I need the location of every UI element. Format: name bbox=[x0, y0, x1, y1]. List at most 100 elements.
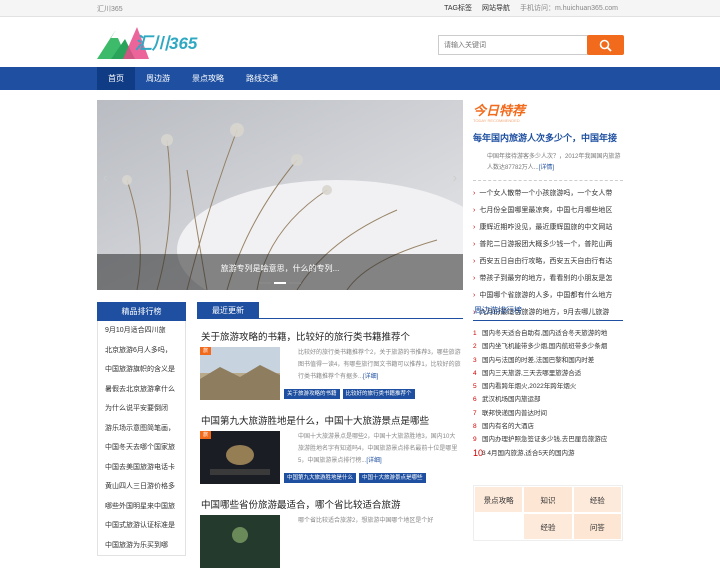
list-item[interactable]: 2 国内坐飞机能带多少烟,国内航班带多少条烟 bbox=[473, 340, 623, 353]
list-item[interactable]: 中国去美国旅游电话卡 bbox=[98, 458, 185, 478]
list-item[interactable]: 6 武汉机场国内旅运部 bbox=[473, 393, 623, 406]
logo[interactable]: 汇川365 bbox=[97, 25, 207, 61]
list-item[interactable]: 哪些外国明星来中国旅 bbox=[98, 497, 185, 517]
list-item[interactable]: 中国旅游旗帜的含义是 bbox=[98, 360, 185, 380]
list-item-label: 国内与法国的时差,法国巴黎和国内时差 bbox=[482, 356, 595, 364]
list-item[interactable]: 黄山四人三日游价格多 bbox=[98, 477, 185, 497]
today-badge: 今日特荐 bbox=[473, 103, 526, 118]
top-links: TAG标签 网站导航 手机访问：m.huichuan365.com bbox=[444, 3, 618, 13]
list-item[interactable]: 10 3 4月国内旅游,适合5天的国内游 bbox=[473, 447, 623, 460]
article-thumbnail[interactable] bbox=[200, 431, 280, 484]
article-title[interactable]: 中国第九大旅游胜地是什么，中国十大旅游景点是哪些 bbox=[201, 413, 429, 427]
article-tag[interactable]: 比较好的旅行类书籍推荐个 bbox=[342, 389, 415, 399]
article-label: 旅 bbox=[200, 347, 212, 355]
nav-item-guides[interactable]: 景点攻略 bbox=[181, 67, 235, 90]
list-item[interactable]: 中国冬天去哪个国家旅 bbox=[98, 438, 185, 458]
grid-cell-experience[interactable]: 经验 bbox=[572, 486, 622, 513]
list-item[interactable]: 9月10月适合四川旅 bbox=[98, 321, 185, 341]
ranking-sidebar: 精品排行榜 9月10月适合四川旅 北京旅游6月人多吗， 中国旅游旗帜的含义是 暑… bbox=[97, 302, 186, 556]
logo-text: 汇川365 bbox=[135, 34, 198, 53]
nav-item-home[interactable]: 首页 bbox=[97, 67, 135, 90]
list-item[interactable]: 暑假去北京旅游拿什么 bbox=[98, 380, 185, 400]
hero-slider[interactable]: ‹ › 旅游专列是啥意思，什么的专列... bbox=[97, 100, 463, 290]
slider-dots bbox=[97, 282, 463, 284]
tag-link[interactable]: TAG标签 bbox=[444, 3, 472, 13]
list-item-label: 3 4月国内旅游,适合5天的国内游 bbox=[482, 449, 575, 457]
article-summary: 比较好的旅行类书籍推荐个2，关于旅游的书推荐3，哪些旅游图书值得一读4，有哪些旅… bbox=[298, 347, 461, 383]
nav-item-routes[interactable]: 路线交通 bbox=[235, 67, 289, 90]
list-item[interactable]: 普陀二日游报团大概多少钱一个，普陀山两 bbox=[473, 236, 623, 253]
grid-cell-guides[interactable]: 景点攻略 bbox=[474, 486, 524, 513]
list-item[interactable]: 1 国内冬天适合自助有,国内适合冬天旅游的地 bbox=[473, 327, 623, 340]
rank-number: 3 bbox=[473, 356, 477, 364]
today-desc: 中国年接待游客多少人次？，2012年我国国内旅游人数达87782万人...[详情… bbox=[473, 152, 623, 174]
list-item-label: 国内看跨年烟火,2022年跨年烟火 bbox=[482, 383, 577, 391]
list-item[interactable]: 七月份全国哪里最凉爽，中国七月哪些地区 bbox=[473, 202, 623, 219]
prev-arrow-icon[interactable]: ‹ bbox=[103, 170, 107, 185]
list-item[interactable]: 西安五日自由行攻略，西安五天自由行有达 bbox=[473, 253, 623, 270]
mobile-link[interactable]: 手机访问：m.huichuan365.com bbox=[520, 3, 618, 13]
nearby-ranking-title: 周边游排行榜 bbox=[473, 302, 623, 321]
article-thumbnail[interactable] bbox=[200, 515, 280, 568]
list-item[interactable]: 康辉近期咋没见，最近康辉国旅的中文网站 bbox=[473, 219, 623, 236]
search-button[interactable] bbox=[587, 35, 624, 55]
article-summary: 中国十大旅游景点是哪些2，中国十大旅游胜地3，国内10大旅游胜地名字有知道吗4，… bbox=[298, 431, 461, 467]
list-item[interactable]: 9 国内办理护照急签证多少钱,去巴厘岛旅游应 bbox=[473, 433, 623, 446]
hero-caption-text: 旅游专列是啥意思，什么的专列... bbox=[220, 264, 340, 273]
rank-number: 4 bbox=[473, 369, 477, 377]
grid-cell-qa[interactable]: 问答 bbox=[572, 513, 622, 540]
list-item[interactable]: 3 国内与法国的时差,法国巴黎和国内时差 bbox=[473, 354, 623, 367]
rank-number: 1 bbox=[473, 330, 477, 337]
list-item[interactable]: 7 联邦快递国内普达时间 bbox=[473, 407, 623, 420]
next-arrow-icon[interactable]: › bbox=[453, 170, 457, 185]
list-item[interactable]: 8 国内有名的大酒店 bbox=[473, 420, 623, 433]
search-box bbox=[438, 35, 624, 55]
today-headline[interactable]: 每年国内旅游人次多少个，中国年接 bbox=[473, 131, 623, 144]
article-title[interactable]: 关于旅游攻略的书籍，比较好的旅行类书籍推荐个 bbox=[201, 329, 410, 343]
grid-cell-knowledge[interactable]: 知识 bbox=[523, 486, 573, 513]
rank-number: 9 bbox=[473, 436, 477, 444]
article-tag[interactable]: 关于旅游攻略的书籍 bbox=[284, 389, 340, 399]
article-more-link[interactable]: [详细] bbox=[366, 458, 381, 464]
site-nav-link[interactable]: 网站导航 bbox=[482, 3, 510, 13]
list-item[interactable]: 5 国内看跨年烟火,2022年跨年烟火 bbox=[473, 380, 623, 393]
today-recommend: 今日特荐 TODAY RECOMMENDED 每年国内旅游人次多少个，中国年接 … bbox=[473, 100, 623, 321]
list-item[interactable]: 游乐场示意图简笔画， bbox=[98, 419, 185, 439]
list-item[interactable]: 一个女人散带一个小孩旅游吗，一个女人带 bbox=[473, 185, 623, 202]
hero-caption: 旅游专列是啥意思，什么的专列... bbox=[97, 254, 463, 290]
article-tag[interactable]: 中国第九大旅游胜地是什么 bbox=[284, 473, 357, 483]
article-summary-text: 哪个省比较适合旅游2，想旅游中国哪个地区是个好 bbox=[298, 518, 434, 524]
list-item-label: 武汉机场国内旅运部 bbox=[482, 396, 541, 404]
list-item[interactable]: 为什么说平安要倒闭 bbox=[98, 399, 185, 419]
list-item[interactable]: 4 国内三天旅游,三天去哪里旅游合适 bbox=[473, 367, 623, 380]
article-thumbnail[interactable] bbox=[200, 347, 280, 400]
tab-latest[interactable]: 最近更新 bbox=[197, 302, 259, 319]
list-item[interactable]: 北京旅游6月人多吗， bbox=[98, 341, 185, 361]
grid-cell-empty bbox=[474, 513, 524, 540]
grid-cell-experience[interactable]: 经验 bbox=[523, 513, 573, 540]
article-item: 中国第九大旅游胜地是什么，中国十大旅游景点是哪些 旅 中国十大旅游景点是哪些2，… bbox=[197, 403, 463, 487]
slider-dot[interactable] bbox=[289, 282, 301, 284]
today-more-link[interactable]: [详情] bbox=[539, 165, 554, 171]
nav-item-nearby[interactable]: 周边游 bbox=[135, 67, 181, 90]
list-item[interactable]: 中国旅游为乐买到哪 bbox=[98, 536, 185, 556]
slider-dot-active[interactable] bbox=[274, 282, 286, 284]
main-nav: 首页 周边游 景点攻略 路线交通 bbox=[0, 67, 720, 90]
search-input[interactable] bbox=[438, 35, 588, 55]
list-item-label: 国内有名的大酒店 bbox=[482, 423, 534, 431]
article-tag[interactable]: 中国十大旅游景点是哪些 bbox=[359, 473, 426, 483]
list-item[interactable]: 带孩子到最穷的地方，看看别的小朋友是怎 bbox=[473, 270, 623, 287]
slider-dot[interactable] bbox=[259, 282, 271, 284]
article-summary: 哪个省比较适合旅游2，想旅游中国哪个地区是个好 bbox=[298, 515, 461, 527]
today-badge-sub: TODAY RECOMMENDED bbox=[473, 118, 520, 123]
article-title[interactable]: 中国哪些省份旅游最适合，哪个省比较适合旅游 bbox=[201, 497, 401, 511]
rank-number: 2 bbox=[473, 343, 477, 351]
article-more-link[interactable]: [详细] bbox=[363, 374, 378, 380]
article-item: 中国哪些省份旅游最适合，哪个省比较适合旅游 哪个省比较适合旅游2，想旅游中国哪个… bbox=[197, 487, 463, 571]
ranking-title: 精品排行榜 bbox=[97, 302, 186, 321]
list-item-label: 联邦快递国内普达时间 bbox=[482, 409, 547, 417]
article-item: 关于旅游攻略的书籍，比较好的旅行类书籍推荐个 旅 比较好的旅行类书籍推荐个2，关… bbox=[197, 319, 463, 403]
list-item[interactable]: 中国式旅游认证标准是 bbox=[98, 516, 185, 536]
today-list: 一个女人散带一个小孩旅游吗，一个女人带 七月份全国哪里最凉爽，中国七月哪些地区 … bbox=[473, 185, 623, 321]
list-item-label: 国内三天旅游,三天去哪里旅游合适 bbox=[482, 369, 582, 377]
